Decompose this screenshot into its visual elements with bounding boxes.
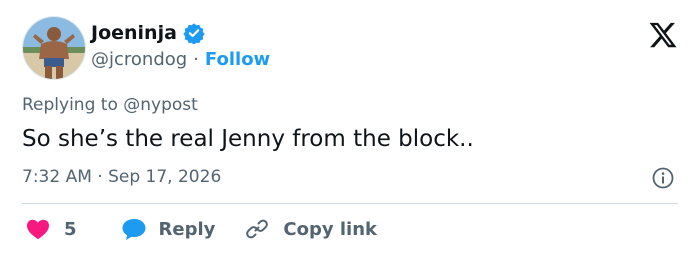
replying-to: Replying to @nypost [22,95,198,115]
author-name-row: Joeninja [91,21,205,45]
copy-link-label: Copy link [283,218,377,240]
author-display-name[interactable]: Joeninja [91,21,177,45]
reply-bubble-icon [122,219,146,240]
tweet-time: 7:32 AM [22,167,92,187]
reply-button[interactable]: Reply [121,217,216,241]
heart-icon [27,219,49,240]
x-logo[interactable] [647,20,679,50]
divider [22,203,678,204]
author-handle-row: @jcrondog · Follow [91,48,270,72]
author-handle[interactable]: @jcrondog [91,48,187,72]
timestamp-separator: · [97,167,103,187]
tweet-date: Sep 17, 2026 [108,167,222,187]
link-icon [246,219,269,239]
avatar[interactable] [22,16,86,80]
copy-link-button[interactable]: Copy link [245,217,377,241]
avatar-photo [23,17,85,79]
info-icon[interactable] [651,166,675,190]
tweet-timestamp[interactable]: 7:32 AM · Sep 17, 2026 [22,166,221,188]
like-count: 5 [64,218,77,240]
verified-badge-icon [183,23,205,44]
follow-button[interactable]: Follow [205,48,270,72]
action-bar: 5 Reply Copy link [26,216,377,242]
like-button[interactable]: 5 [26,218,77,240]
reply-label: Reply [158,218,216,240]
handle-separator: · [193,49,199,70]
tweet-text: So she’s the real Jenny from the block.. [22,126,474,152]
